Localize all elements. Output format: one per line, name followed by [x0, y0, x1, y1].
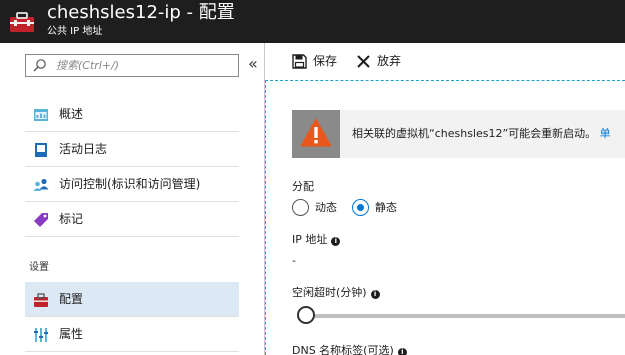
- save-button[interactable]: 保存: [292, 53, 344, 71]
- focus-outline-top: [265, 80, 625, 81]
- radio-dynamic-label: 动态: [315, 201, 337, 214]
- warning-banner: 相关联的虚拟机“cheshsles12”可能会重新启动。 单: [292, 110, 625, 158]
- ip-address-label-text: IP 地址: [292, 233, 328, 246]
- properties-icon: [34, 328, 48, 342]
- idle-timeout-slider-track[interactable]: [306, 314, 625, 318]
- sidebar-item-access-control[interactable]: 访问控制(标识和访问管理): [25, 167, 239, 202]
- info-icon[interactable]: i: [370, 290, 380, 299]
- command-bar: 保存 放弃: [265, 43, 625, 80]
- assignment-label: 分配: [292, 180, 314, 193]
- warning-icon: [300, 118, 332, 147]
- ip-address-value: -: [292, 254, 296, 267]
- configuration-icon: [34, 293, 48, 307]
- close-icon: [357, 55, 370, 68]
- overview-icon: [34, 109, 48, 121]
- focus-outline-left: [265, 80, 266, 355]
- save-icon: [292, 54, 307, 69]
- discard-button[interactable]: 放弃: [356, 53, 408, 71]
- collapse-menu-button[interactable]: «: [248, 55, 258, 73]
- page-title: cheshsles12-ip - 配置: [47, 2, 235, 23]
- search-icon: [33, 59, 46, 72]
- sidebar-item-label: 标记: [59, 212, 84, 226]
- radio-dynamic[interactable]: 动态: [292, 199, 344, 217]
- sidebar-item-activity-log[interactable]: 活动日志: [25, 132, 239, 167]
- sidebar-item-tags[interactable]: 标记: [25, 202, 239, 237]
- section-heading-settings: 设置: [29, 262, 49, 273]
- sidebar-item-label: 概述: [59, 107, 84, 121]
- sidebar-item-label: 活动日志: [59, 142, 108, 156]
- search-placeholder: 搜索(Ctrl+/): [56, 59, 120, 72]
- sidebar-item-properties[interactable]: 属性: [25, 317, 239, 352]
- warning-link[interactable]: 单: [600, 127, 611, 140]
- resource-menu: 搜索(Ctrl+/) « 概述 活动日志 访问控制(标识和访问管理) 标记 设置…: [0, 43, 264, 355]
- discard-label: 放弃: [377, 54, 402, 68]
- tag-icon: [34, 213, 48, 227]
- idle-timeout-label-text: 空闲超时(分钟): [292, 286, 367, 299]
- info-icon[interactable]: i: [331, 237, 341, 246]
- access-control-icon: [33, 178, 49, 191]
- sidebar-item-label: 访问控制(标识和访问管理): [59, 177, 201, 191]
- warning-icon-box: [292, 110, 340, 158]
- warning-message: 相关联的虚拟机“cheshsles12”可能会重新启动。: [352, 127, 597, 140]
- sidebar-item-configuration[interactable]: 配置: [25, 282, 239, 317]
- dns-label-text: DNS 名称标签(可选): [292, 344, 394, 355]
- activity-log-icon: [35, 143, 47, 157]
- radio-static[interactable]: 静态: [352, 199, 404, 217]
- radio-circle: [292, 199, 309, 216]
- idle-timeout-slider-thumb[interactable]: [297, 306, 315, 324]
- search-input[interactable]: 搜索(Ctrl+/): [25, 54, 239, 77]
- blade-header: cheshsles12-ip - 配置 公共 IP 地址: [0, 0, 625, 43]
- radio-circle: [352, 199, 369, 216]
- radio-selected-dot: [357, 204, 364, 211]
- sidebar-item-label: 配置: [59, 292, 84, 306]
- save-label: 保存: [313, 54, 338, 68]
- dns-label: DNS 名称标签(可选) i: [292, 344, 407, 355]
- info-icon[interactable]: i: [397, 348, 407, 355]
- warning-text: 相关联的虚拟机“cheshsles12”可能会重新启动。 单: [352, 126, 611, 141]
- resource-type-subtitle: 公共 IP 地址: [47, 26, 103, 37]
- idle-timeout-label: 空闲超时(分钟) i: [292, 286, 380, 300]
- sidebar-item-overview[interactable]: 概述: [25, 97, 239, 132]
- configuration-pane: 保存 放弃 相关联的虚拟机“cheshsles12”可能会重新启动。 单 分配: [265, 43, 625, 355]
- sidebar-item-label: 属性: [59, 327, 84, 341]
- radio-static-label: 静态: [375, 201, 397, 214]
- ip-address-label: IP 地址 i: [292, 233, 341, 247]
- toolbox-icon: [10, 12, 34, 32]
